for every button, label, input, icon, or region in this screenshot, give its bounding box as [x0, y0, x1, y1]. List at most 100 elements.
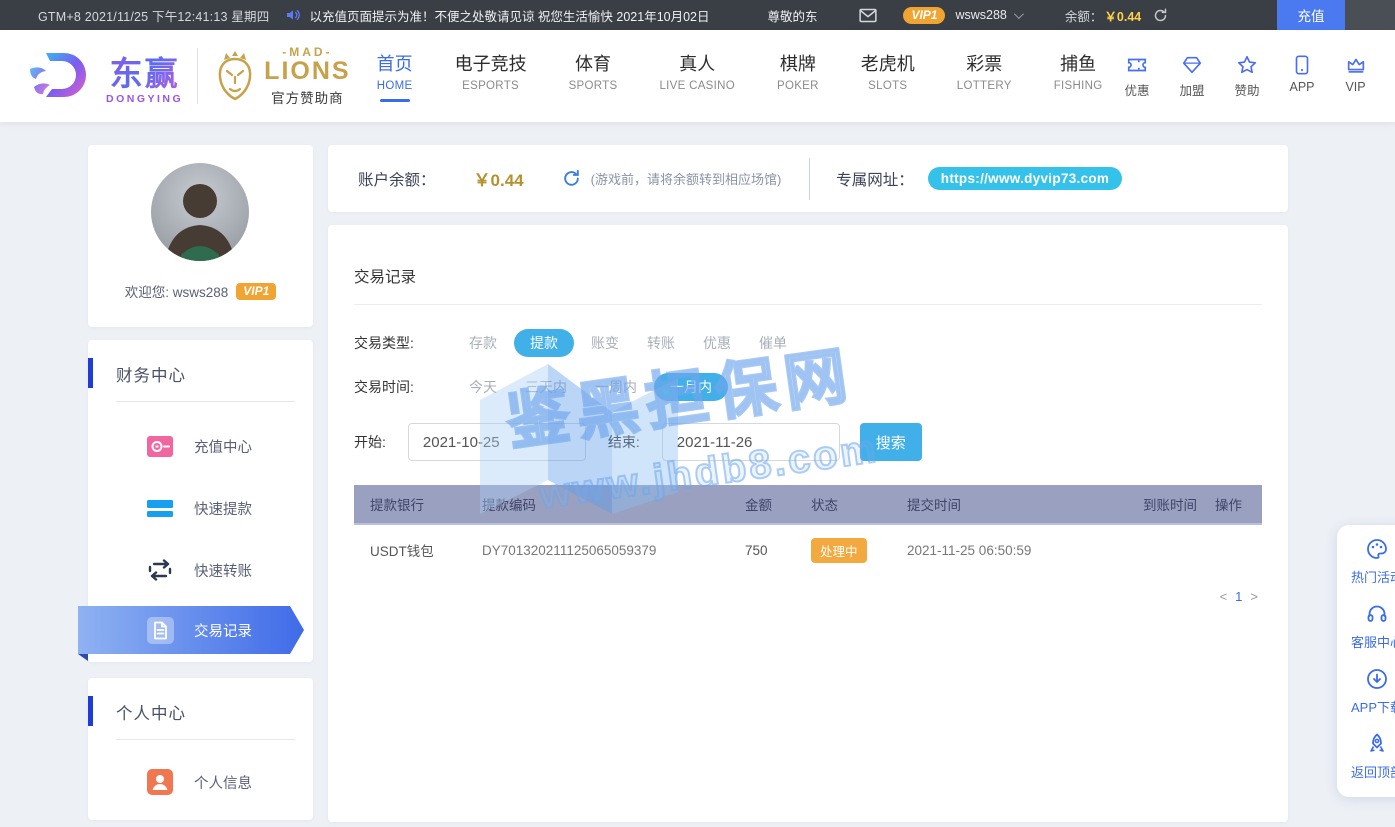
- type-option-withdraw[interactable]: 提款: [514, 329, 574, 357]
- document-icon: [146, 617, 174, 644]
- float-item-customer-service[interactable]: 客服中心: [1337, 602, 1395, 667]
- nav-item-home[interactable]: 首页 HOME: [377, 50, 413, 102]
- vertical-divider: [809, 158, 810, 200]
- time-option-today[interactable]: 今天: [458, 373, 508, 401]
- speaker-icon: [285, 7, 301, 23]
- nav-item-affiliate[interactable]: 加盟: [1179, 54, 1204, 99]
- sponsor-sub-text: 官方赞助商: [264, 87, 350, 107]
- sidebar-item-transaction-records[interactable]: 交易记录: [88, 606, 313, 654]
- user-menu[interactable]: wsws288: [955, 8, 1020, 22]
- logo-zh-text: 东赢: [106, 47, 183, 95]
- logo-en-text: DONGYING: [106, 93, 183, 105]
- nav-item-slots[interactable]: 老虎机 SLOTS: [861, 50, 915, 102]
- transaction-type-filter: 交易类型: 存款 提款 账变 转账 优惠 催单: [354, 329, 1262, 357]
- pagination: < 1 >: [354, 589, 1262, 604]
- recharge-button[interactable]: 充值: [1277, 0, 1345, 30]
- type-option-deposit[interactable]: 存款: [458, 329, 508, 357]
- float-item-app-download[interactable]: APP下载: [1337, 667, 1395, 732]
- nav-item-esports[interactable]: 电子竞技 ESPORTS: [455, 50, 527, 102]
- start-date-label: 开始:: [354, 432, 386, 452]
- pagination-prev[interactable]: <: [1220, 589, 1228, 604]
- download-icon: [1365, 667, 1389, 691]
- pagination-next[interactable]: >: [1250, 589, 1258, 604]
- clock-text: GTM+8 2021/11/25 下午12:41:13 星期四: [38, 6, 269, 25]
- mail-icon[interactable]: [859, 8, 877, 23]
- records-table: 提款银行 提款编码 金额 状态 提交时间 到账时间 操作 USDT钱包 DY70…: [354, 485, 1262, 575]
- nav-item-lottery[interactable]: 彩票 LOTTERY: [957, 50, 1012, 102]
- sidebar-item-quick-transfer[interactable]: 快速转账: [88, 542, 313, 598]
- announcement-text-2: 尊敬的东: [768, 6, 818, 25]
- cell-amount: 750: [745, 543, 811, 558]
- person-icon: [146, 769, 174, 795]
- balance-label: 余额：: [1065, 6, 1103, 25]
- time-option-week[interactable]: 一周内: [584, 373, 648, 401]
- cell-status: 处理中: [811, 538, 907, 563]
- time-filter-label: 交易时间:: [354, 377, 458, 397]
- sidebar-item-recharge-center[interactable]: 充值中心: [88, 418, 313, 474]
- status-badge: 处理中: [811, 538, 867, 563]
- announcement-marquee: 以充值页面提示为准！不便之处敬请见谅 祝您生活愉快 2021年10月02日 尊敬…: [309, 6, 849, 25]
- type-option-account-change[interactable]: 账变: [580, 329, 630, 357]
- pagination-page-1[interactable]: 1: [1235, 589, 1242, 604]
- date-range-row: 开始: 结束: 搜索: [354, 423, 1262, 461]
- logo-divider: [197, 48, 198, 104]
- chevron-down-icon: [1014, 9, 1024, 19]
- brand-logo: 东赢 DONGYING -MAD- LIONS 官方赞助商: [24, 45, 351, 107]
- section-divider: [116, 739, 295, 740]
- section-accent-bar: [88, 696, 93, 726]
- records-title: 交易记录: [354, 225, 1262, 287]
- type-option-promo[interactable]: 优惠: [692, 329, 742, 357]
- nav-item-sports[interactable]: 体育 SPORTS: [569, 50, 618, 102]
- balance-hint-text: (游戏前，请将余额转到相应场馆): [591, 169, 782, 188]
- topbar-balance: 余额： ￥0.44: [1065, 6, 1141, 25]
- sponsor-logo: -MAD- LIONS 官方赞助商: [214, 45, 350, 107]
- username-text: wsws288: [955, 8, 1006, 22]
- page-body: 欢迎您: wsws288 VIP1 财务中心 充值中心 快速提款: [0, 122, 1395, 827]
- sidebar-item-personal-info[interactable]: 个人信息: [88, 754, 313, 810]
- refresh-balance-icon[interactable]: [562, 169, 581, 188]
- nav-item-fishing[interactable]: 捕鱼 FISHING: [1054, 50, 1103, 102]
- personal-section-header: 个人中心: [88, 678, 313, 740]
- exclusive-url-badge[interactable]: https://www.dyvip73.com: [928, 167, 1122, 190]
- end-date-input[interactable]: [662, 423, 840, 461]
- nav-item-vip[interactable]: VIP: [1345, 54, 1367, 99]
- start-date-input[interactable]: [408, 423, 586, 461]
- active-item-fold: [78, 654, 88, 661]
- account-balance-value: ￥0.44: [474, 166, 524, 191]
- ticket-icon: [1126, 54, 1148, 76]
- float-item-back-to-top[interactable]: 返回顶部: [1337, 732, 1395, 797]
- finance-menu-card: 财务中心 充值中心 快速提款 快速转账: [88, 340, 313, 662]
- search-button[interactable]: 搜索: [860, 423, 922, 461]
- nav-item-live-casino[interactable]: 真人 LIVE CASINO: [659, 50, 735, 102]
- headset-icon: [1365, 602, 1389, 626]
- time-option-3days[interactable]: 三天内: [514, 373, 578, 401]
- float-item-hot-activities[interactable]: 热门活动: [1337, 537, 1395, 602]
- type-option-transfer[interactable]: 转账: [636, 329, 686, 357]
- nav-item-promotions[interactable]: 优惠: [1124, 54, 1149, 99]
- personal-menu-card: 个人中心 个人信息: [88, 678, 313, 820]
- nav-icon-menu: 优惠 加盟 赞助 APP VIP: [1124, 54, 1366, 99]
- type-option-urge[interactable]: 催单: [748, 329, 798, 357]
- vip-level-badge: VIP1: [903, 7, 945, 24]
- announcement-text-1: 以充值页面提示为准！不便之处敬请见谅 祝您生活愉快 2021年10月02日: [309, 6, 709, 25]
- recharge-card-icon: [146, 436, 174, 457]
- active-underline: [380, 99, 410, 102]
- transfer-arrows-icon: [146, 559, 174, 581]
- gem-icon: [1181, 54, 1203, 76]
- time-option-month[interactable]: 一月内: [654, 373, 728, 401]
- sidebar-item-quick-withdraw[interactable]: 快速提款: [88, 480, 313, 536]
- avatar: [151, 163, 249, 261]
- nav-item-poker[interactable]: 棋牌 POKER: [777, 50, 819, 102]
- nav-item-app[interactable]: APP: [1290, 54, 1315, 99]
- vip-badge: VIP1: [236, 283, 276, 300]
- refresh-balance-icon[interactable]: [1153, 8, 1168, 23]
- transaction-time-filter: 交易时间: 今天 三天内 一周内 一月内: [354, 373, 1262, 401]
- cell-bank: USDT钱包: [370, 540, 482, 560]
- nav-item-sponsorship[interactable]: 赞助: [1234, 54, 1259, 99]
- records-title-divider: [354, 304, 1262, 305]
- personal-section-title: 个人中心: [116, 705, 186, 723]
- star-icon: [1236, 54, 1258, 76]
- section-divider: [116, 401, 295, 402]
- profile-card: 欢迎您: wsws288 VIP1: [88, 145, 313, 327]
- welcome-text: 欢迎您: wsws288: [125, 281, 229, 301]
